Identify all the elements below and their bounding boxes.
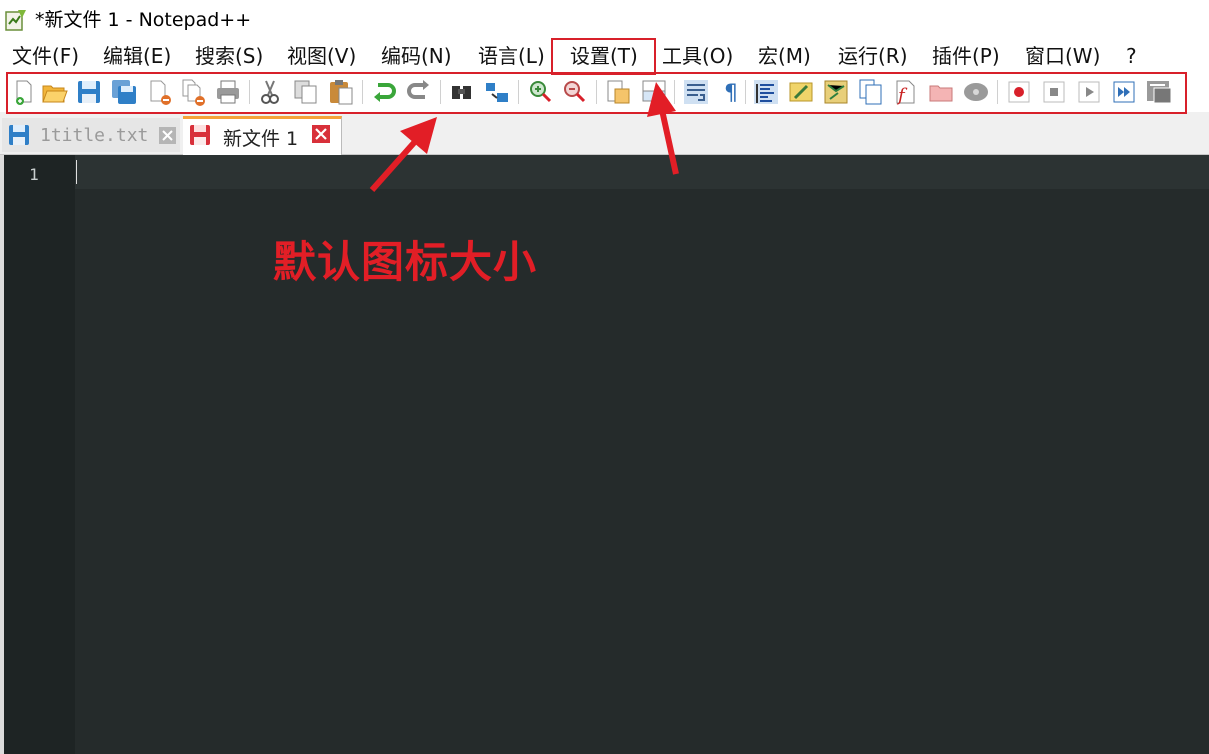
menu-file[interactable]: 文件(F) bbox=[12, 42, 79, 70]
menu-tools[interactable]: 工具(O) bbox=[662, 42, 733, 70]
menu-macro[interactable]: 宏(M) bbox=[758, 42, 811, 70]
menu-help[interactable]: ? bbox=[1126, 42, 1137, 70]
text-caret bbox=[76, 160, 77, 184]
toolbar-highlight-box bbox=[6, 72, 1187, 114]
line-number-gutter: 1 bbox=[0, 155, 75, 754]
annotation-label: 默认图标大小 bbox=[273, 238, 537, 288]
menu-view[interactable]: 视图(V) bbox=[287, 42, 356, 70]
unsaved-file-icon bbox=[190, 125, 210, 145]
tab-close-icon[interactable] bbox=[159, 127, 176, 144]
tab-label: 1title.txt bbox=[40, 125, 149, 146]
tab-new-file-1[interactable]: 新文件 1 bbox=[183, 116, 342, 156]
current-line-highlight bbox=[75, 155, 1209, 189]
menu-edit[interactable]: 编辑(E) bbox=[103, 42, 171, 70]
line-number: 1 bbox=[29, 165, 39, 184]
tab-close-icon[interactable] bbox=[312, 125, 330, 143]
menu-window[interactable]: 窗口(W) bbox=[1025, 42, 1100, 70]
tab-1title[interactable]: 1title.txt bbox=[2, 118, 180, 152]
tab-label: 新文件 1 bbox=[223, 128, 299, 150]
title-bar: *新文件 1 - Notepad++ bbox=[0, 0, 1209, 40]
menu-language[interactable]: 语言(L) bbox=[478, 42, 545, 70]
window-title: *新文件 1 - Notepad++ bbox=[35, 9, 252, 31]
menu-run[interactable]: 运行(R) bbox=[838, 42, 908, 70]
notepad-plus-plus-icon bbox=[5, 10, 26, 31]
menu-search[interactable]: 搜索(S) bbox=[195, 42, 263, 70]
menu-encoding[interactable]: 编码(N) bbox=[381, 42, 452, 70]
settings-menu-highlight-box bbox=[551, 38, 656, 75]
tab-bar: 1title.txt 新文件 1 bbox=[0, 112, 1209, 156]
saved-file-icon bbox=[9, 125, 29, 145]
editor-area[interactable]: 1 bbox=[0, 155, 1209, 754]
menu-plugins[interactable]: 插件(P) bbox=[932, 42, 1000, 70]
